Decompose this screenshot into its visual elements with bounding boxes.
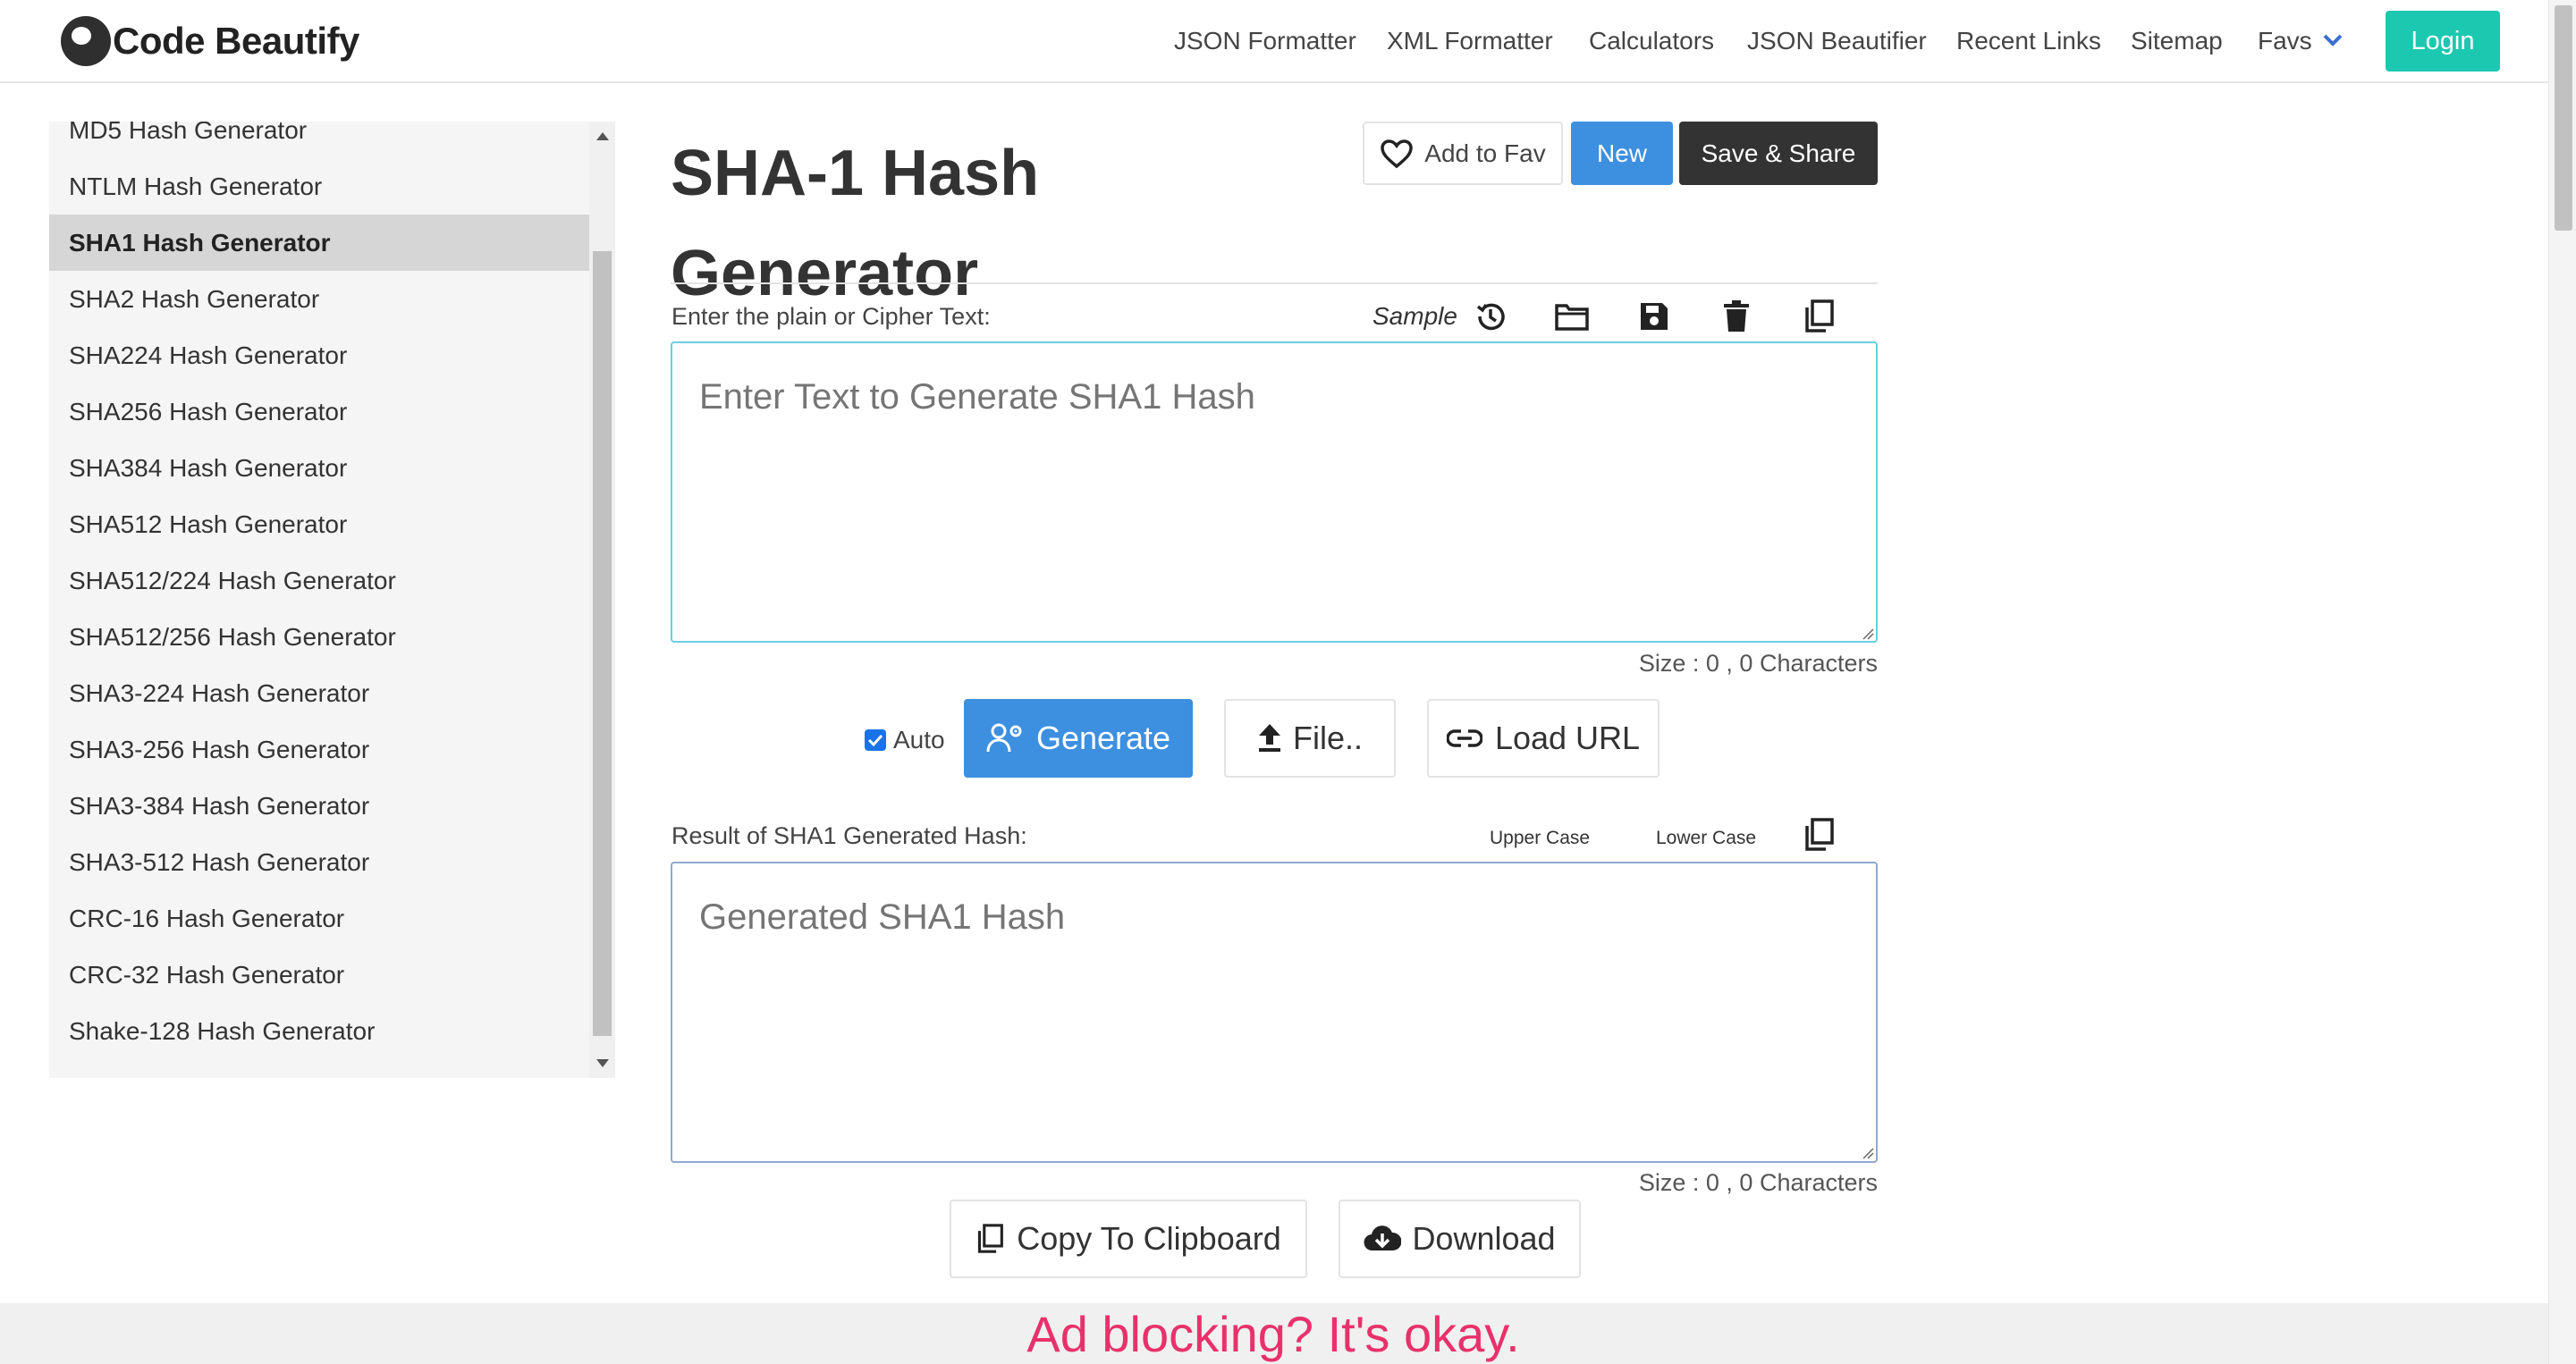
nav-json-formatter[interactable]: JSON Formatter bbox=[1174, 27, 1356, 55]
output-textarea[interactable] bbox=[671, 862, 1878, 1163]
sidebar-item[interactable]: SHA2 Hash Generator bbox=[49, 271, 589, 327]
auto-checkbox[interactable] bbox=[865, 729, 886, 751]
sidebar-item[interactable]: SHA512/224 Hash Generator bbox=[49, 552, 589, 609]
page-scrollbar[interactable] bbox=[2548, 0, 2576, 1364]
folder-open-icon[interactable] bbox=[1552, 297, 1592, 336]
sidebar-scrollbar-thumb[interactable] bbox=[593, 251, 612, 1036]
scroll-up-arrow-icon[interactable] bbox=[596, 132, 609, 140]
link-icon bbox=[1446, 729, 1482, 747]
history-icon[interactable] bbox=[1471, 297, 1510, 336]
sidebar-item[interactable]: SHA1 Hash Generator bbox=[49, 215, 589, 271]
trash-icon[interactable] bbox=[1717, 297, 1756, 336]
resize-grip-icon[interactable] bbox=[1862, 627, 1874, 640]
cloud-download-icon bbox=[1364, 1225, 1402, 1251]
logo-text: Code Beautify bbox=[113, 20, 359, 62]
sidebar-item[interactable]: Shake-128 Hash Generator bbox=[49, 1003, 589, 1059]
nav-calculators[interactable]: Calculators bbox=[1589, 27, 1714, 55]
auto-toggle[interactable]: Auto bbox=[865, 726, 945, 754]
upper-case-button[interactable]: Upper Case bbox=[1490, 828, 1590, 849]
download-button[interactable]: Download bbox=[1339, 1200, 1581, 1278]
brain-logo-icon bbox=[61, 16, 111, 66]
add-to-fav-label: Add to Fav bbox=[1424, 139, 1546, 167]
sidebar-item[interactable]: SHA512/256 Hash Generator bbox=[49, 609, 589, 665]
site-logo[interactable]: Code Beautify bbox=[61, 14, 359, 68]
login-button[interactable]: Login bbox=[2386, 11, 2500, 72]
result-label: Result of SHA1 Generated Hash: bbox=[671, 822, 1027, 849]
generate-label: Generate bbox=[1035, 720, 1171, 756]
page-title: SHA-1 Hash Generator bbox=[671, 138, 1040, 309]
upload-icon bbox=[1258, 724, 1280, 752]
copy-to-clipboard-label: Copy To Clipboard bbox=[1017, 1220, 1281, 1257]
clipboard-copy-icon bbox=[978, 1224, 1004, 1253]
sidebar-scrollbar[interactable] bbox=[589, 122, 615, 1078]
sidebar-item[interactable]: Shake-256 Hash Generator bbox=[49, 1059, 589, 1078]
lower-case-button[interactable]: Lower Case bbox=[1656, 828, 1756, 849]
nav-sitemap[interactable]: Sitemap bbox=[2131, 27, 2223, 55]
sidebar-item[interactable]: MD5 Hash Generator bbox=[49, 122, 589, 158]
sidebar-item[interactable]: CRC-16 Hash Generator bbox=[49, 890, 589, 947]
sidebar-item[interactable]: SHA3-224 Hash Generator bbox=[49, 665, 589, 721]
checkmark-icon bbox=[867, 734, 883, 747]
input-size-info: Size : 0 , 0 Characters bbox=[1638, 650, 1878, 677]
input-textarea[interactable] bbox=[671, 341, 1878, 643]
nav-json-beautifier[interactable]: JSON Beautifier bbox=[1747, 27, 1927, 55]
user-gear-icon bbox=[986, 723, 1022, 753]
sidebar-item[interactable]: SHA3-256 Hash Generator bbox=[49, 721, 589, 778]
nav-xml-formatter[interactable]: XML Formatter bbox=[1387, 27, 1553, 55]
load-url-button[interactable]: Load URL bbox=[1427, 699, 1660, 778]
sidebar-item[interactable]: NTLM Hash Generator bbox=[49, 158, 589, 215]
ad-blocking-message: Ad blocking? It's okay. bbox=[0, 1305, 2548, 1363]
save-share-button[interactable]: Save & Share bbox=[1679, 122, 1878, 185]
resize-grip-icon[interactable] bbox=[1862, 1147, 1874, 1159]
file-button[interactable]: File.. bbox=[1224, 699, 1396, 778]
sidebar: MD5 Hash Generator NTLM Hash Generator SHA… bbox=[49, 122, 615, 1078]
page-scrollbar-thumb[interactable] bbox=[2555, 5, 2572, 231]
sidebar-item[interactable]: SHA384 Hash Generator bbox=[49, 440, 589, 496]
top-header: Code Beautify JSON Formatter XML Formatt… bbox=[0, 0, 2548, 83]
output-size-info: Size : 0 , 0 Characters bbox=[1638, 1169, 1878, 1196]
input-label: Enter the plain or Cipher Text: bbox=[671, 303, 991, 330]
chevron-down-icon[interactable] bbox=[2321, 29, 2344, 50]
generate-button[interactable]: Generate bbox=[964, 699, 1193, 778]
add-to-fav-button[interactable]: Add to Fav bbox=[1363, 122, 1563, 185]
sidebar-list: MD5 Hash Generator NTLM Hash Generator SHA… bbox=[49, 122, 589, 1078]
copy-result-icon[interactable] bbox=[1799, 815, 1838, 855]
nav-recent-links[interactable]: Recent Links bbox=[1956, 27, 2101, 55]
sidebar-item[interactable]: SHA3-512 Hash Generator bbox=[49, 834, 589, 890]
sidebar-item[interactable]: SHA256 Hash Generator bbox=[49, 383, 589, 440]
copy-to-clipboard-button[interactable]: Copy To Clipboard bbox=[950, 1200, 1307, 1278]
ad-blocking-text: Ad blocking? It's okay. bbox=[1026, 1306, 1520, 1362]
save-disk-icon[interactable] bbox=[1634, 297, 1674, 336]
heart-icon bbox=[1381, 139, 1414, 168]
nav-favs[interactable]: Favs bbox=[2258, 27, 2312, 55]
sidebar-item[interactable]: SHA224 Hash Generator bbox=[49, 327, 589, 383]
new-button[interactable]: New bbox=[1571, 122, 1673, 185]
sidebar-item[interactable]: SHA512 Hash Generator bbox=[49, 496, 589, 552]
copy-icon[interactable] bbox=[1799, 297, 1838, 336]
file-label: File.. bbox=[1292, 720, 1363, 756]
auto-label: Auto bbox=[893, 726, 945, 754]
load-url-label: Load URL bbox=[1494, 720, 1641, 756]
sidebar-item[interactable]: CRC-32 Hash Generator bbox=[49, 947, 589, 1003]
sample-link[interactable]: Sample bbox=[1372, 302, 1457, 331]
divider bbox=[671, 282, 1878, 284]
download-label: Download bbox=[1412, 1220, 1556, 1257]
scroll-down-arrow-icon[interactable] bbox=[596, 1059, 609, 1067]
sidebar-item[interactable]: SHA3-384 Hash Generator bbox=[49, 778, 589, 834]
